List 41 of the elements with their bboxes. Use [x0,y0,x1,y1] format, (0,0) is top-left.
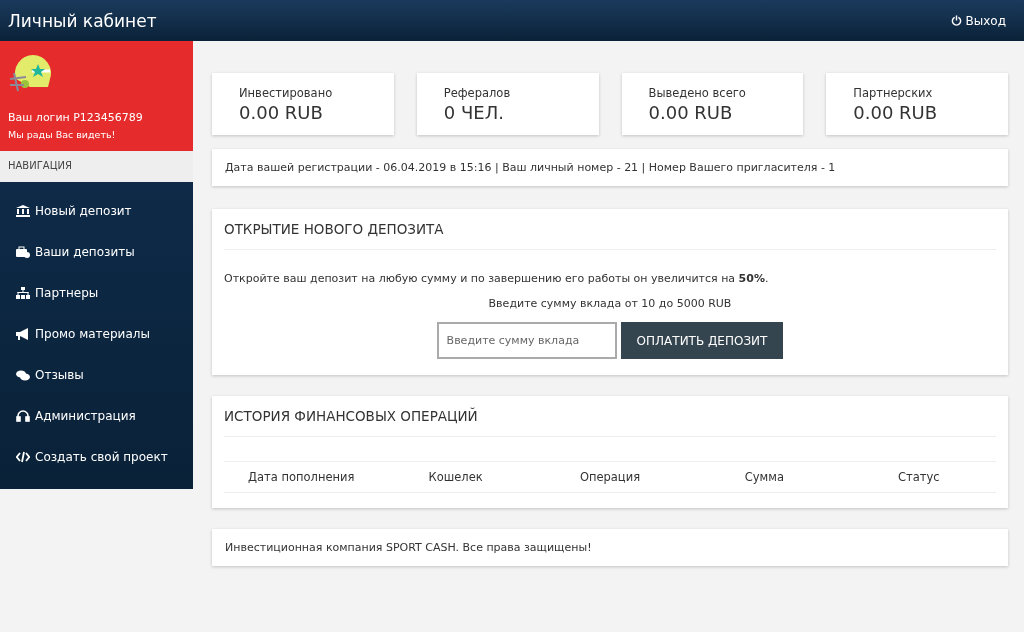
stat-label: Инвестировано [239,86,334,100]
sitemap-icon [16,286,30,299]
greeting-text: Мы рады Вас видеть! [8,129,117,140]
column-header: Кошелек [427,470,484,484]
briefcase-icon [16,245,30,258]
stat-value: 0.00 RUB [853,102,939,123]
stat-label: Партнерских [853,86,934,100]
copyright-text: Инвестиционная компания SPORT CASH. Все права защищены! [225,541,592,554]
stat-label: Рефералов [443,86,512,100]
column-header: Дата пополнения [247,470,356,484]
sidebar-item[interactable]: Новый депозит [0,190,193,231]
column-header: Сумма [743,470,785,484]
megaphone-icon [16,327,30,340]
code-icon [16,450,30,463]
sidebar-item[interactable]: Администрация [0,395,193,436]
sidebar-item[interactable]: Партнеры [0,272,193,313]
logout-link[interactable]: Выход [950,13,1006,28]
stat-value: 0.00 RUB [239,102,324,123]
column-header: Операция [578,470,642,484]
panel-title: ОТКРЫТИЕ НОВОГО ДЕПОЗИТА [224,209,996,250]
bank-icon [16,204,30,217]
column-header: Статус [897,470,941,484]
page-title: Личный кабинет [8,10,157,31]
sidebar-item[interactable]: Отзывы [0,354,193,395]
stat-label: Выведено всего [648,86,747,100]
headset-icon [16,409,30,422]
panel-title: ИСТОРИЯ ФИНАНСОВЫХ ОПЕРАЦИЙ [224,396,996,437]
amount-input-field[interactable]: Введите сумму вклада [436,322,617,359]
deposit-description: Откройте ваш депозит на любую сумму и по завершению его работы он увеличится на 50%. [224,272,770,285]
power-icon [950,15,962,26]
sidebar-item[interactable]: Промо материалы [0,313,193,354]
nav-heading: НАВИГАЦИЯ [0,151,193,182]
sidebar-item[interactable]: Создать свой проект [0,436,193,477]
amount-hint: Введите сумму вклада от 10 до 5000 RUB [487,297,733,310]
chat-bubbles-icon [16,368,30,381]
sidebar-item[interactable]: Ваши депозиты [0,231,193,272]
registration-info-text: Дата вашей регистрации - 06.04.2019 в 15:16 | Ваш личный номер - 21 | Номер Вашего пригласителя - 1 [225,161,836,174]
stat-value: 0.00 RUB [648,102,734,123]
stat-value: 0 ЧЕЛ. [443,102,505,123]
pay-deposit-button[interactable]: ОПЛАТИТЬ ДЕПОЗИТ [620,322,784,359]
login-text: Ваш логин P123456789 [8,111,144,124]
